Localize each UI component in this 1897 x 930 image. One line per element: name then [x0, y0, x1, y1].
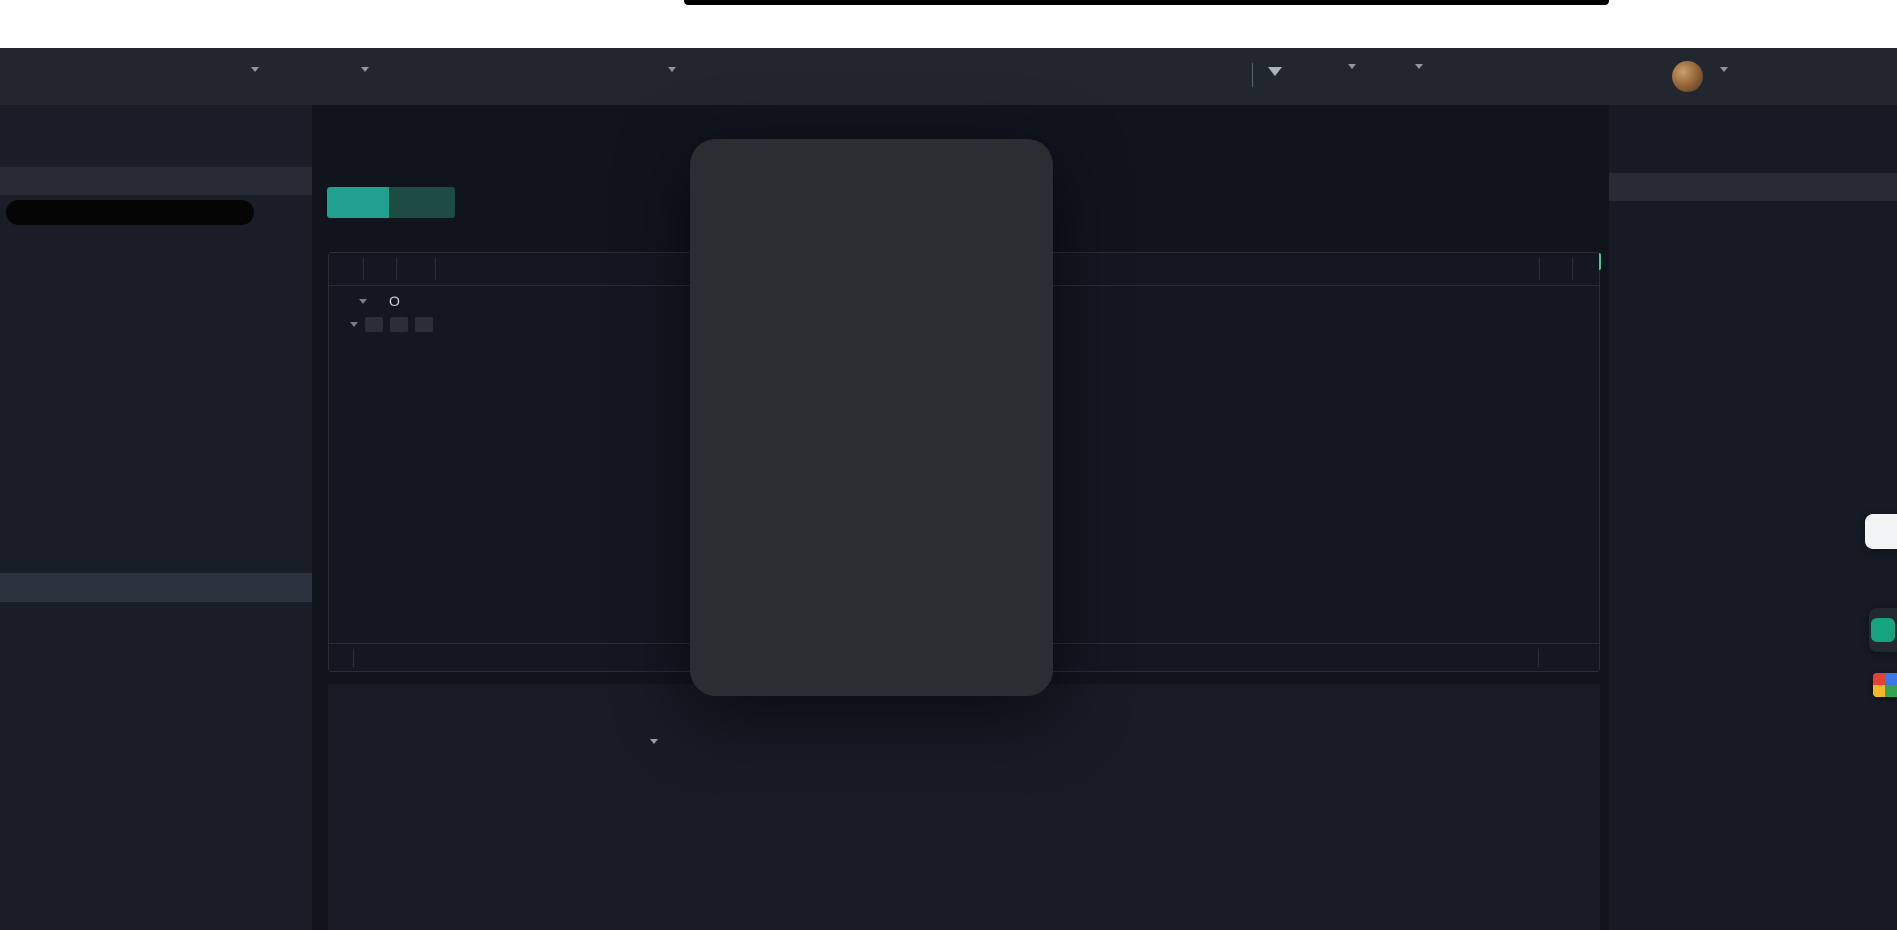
ohlc-open: O	[389, 293, 400, 309]
chart-type-button[interactable]	[372, 256, 388, 282]
chart-info-button[interactable]	[460, 256, 476, 282]
caret-down-icon	[350, 322, 358, 327]
toolbar-divider	[396, 258, 397, 280]
chart-volume-legend	[343, 317, 455, 332]
chart-legend: O	[343, 293, 400, 309]
caret-down-icon	[668, 67, 676, 72]
interval-button[interactable]	[339, 256, 355, 282]
view-tabs	[327, 187, 455, 218]
avatar[interactable]	[1672, 61, 1703, 92]
triangle-down-icon	[1268, 67, 1282, 76]
last-price-row	[0, 573, 312, 602]
orderbook-panel	[0, 105, 312, 930]
caret-down-icon	[251, 67, 259, 72]
toolbar-divider	[353, 649, 354, 667]
censored-row	[6, 200, 254, 225]
wallet-bag-button[interactable]	[1412, 64, 1423, 69]
top-nav	[0, 48, 1897, 105]
extension-icon	[1873, 685, 1885, 697]
language-dropdown-arrow[interactable]	[1268, 67, 1282, 76]
stop-limit-caret-icon[interactable]	[650, 739, 658, 744]
user-menu[interactable]	[1714, 67, 1728, 72]
nav-divider	[1252, 63, 1253, 87]
study-settings-icon[interactable]	[390, 317, 408, 332]
caret-down-icon	[1348, 64, 1356, 69]
volume-24h	[1053, 146, 1067, 162]
indicators-button[interactable]	[405, 256, 427, 282]
caret-down-icon	[359, 299, 367, 304]
trades-panel	[1609, 105, 1897, 930]
tab-depth[interactable]	[389, 187, 455, 218]
orders-book-button[interactable]	[1345, 64, 1356, 69]
toolbar-divider	[1538, 649, 1539, 667]
toolbar-divider	[1572, 258, 1573, 280]
undo-button[interactable]	[444, 256, 460, 282]
nav-payments[interactable]	[662, 67, 676, 72]
toolbar-divider	[1539, 258, 1540, 280]
toolbar-divider	[435, 258, 436, 280]
study-close-icon[interactable]	[415, 317, 433, 332]
caret-down-icon	[1415, 64, 1423, 69]
browser-top-strip	[0, 0, 1897, 48]
nav-derivatives[interactable]	[355, 67, 369, 72]
trades-header	[1609, 173, 1897, 201]
extension-icon	[1885, 685, 1897, 697]
nav-trade[interactable]	[245, 67, 259, 72]
orderbook-header	[0, 167, 312, 195]
browser-black-bar	[684, 0, 1609, 5]
trade-form-background	[328, 684, 1600, 930]
extension-icon	[1873, 673, 1885, 685]
tab-price[interactable]	[327, 187, 389, 218]
extension-widget[interactable]	[1873, 673, 1897, 697]
eye-icon[interactable]	[365, 317, 383, 332]
chatgpt-widget[interactable]	[1869, 608, 1897, 652]
share-widget[interactable]	[1865, 514, 1897, 549]
extension-icon	[1885, 673, 1897, 685]
caret-down-icon	[361, 67, 369, 72]
caret-down-icon	[1720, 67, 1728, 72]
apps-launcher-modal	[690, 139, 1053, 696]
toolbar-divider	[363, 258, 364, 280]
chart-actions	[1507, 258, 1589, 280]
trading-app: O	[0, 0, 1897, 930]
